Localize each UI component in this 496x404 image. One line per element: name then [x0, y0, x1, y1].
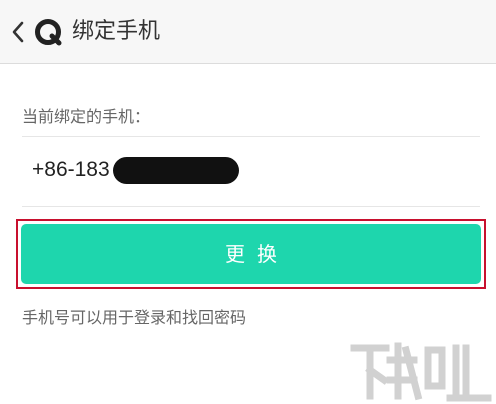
top-bar: 绑定手机	[0, 0, 496, 64]
chevron-left-icon[interactable]	[10, 20, 26, 44]
divider	[22, 136, 480, 137]
redaction-mask	[113, 157, 239, 184]
page-title: 绑定手机	[72, 19, 161, 44]
current-phone-label: 当前绑定的手机：	[22, 107, 151, 126]
watermark-logo	[350, 342, 492, 402]
divider	[22, 206, 480, 207]
change-phone-button[interactable]: 更换	[21, 224, 481, 284]
phone-number: +86-183	[32, 158, 110, 181]
hint-text: 手机号可以用于登录和找回密码	[22, 308, 247, 327]
app-logo-icon	[35, 19, 62, 46]
